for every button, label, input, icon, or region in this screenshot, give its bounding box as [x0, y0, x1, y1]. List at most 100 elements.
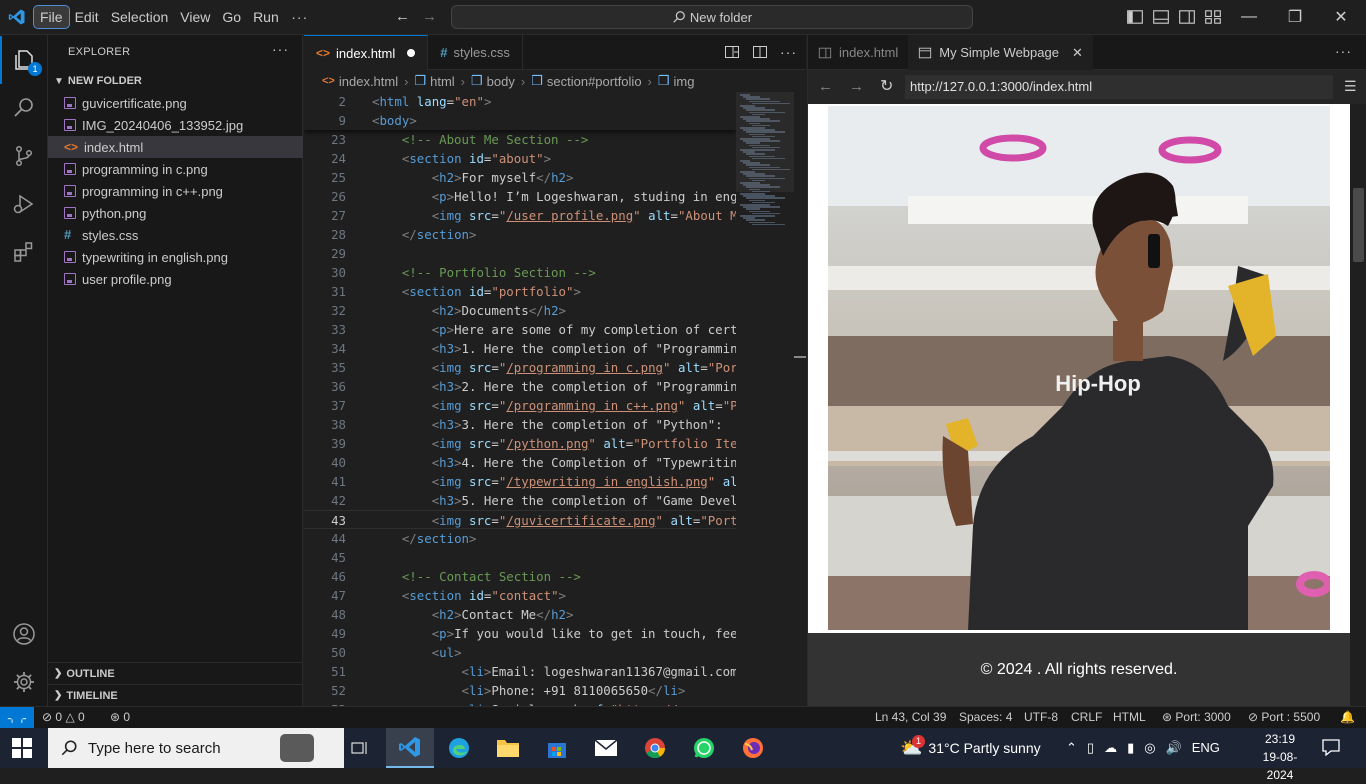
code-line[interactable]: 27 <img src="/user profile.png" alt="Abo…: [304, 206, 736, 225]
file-item[interactable]: programming in c++.png: [48, 180, 303, 202]
code-line[interactable]: 49 <p>If you would like to get in touch,…: [304, 624, 736, 643]
code-line[interactable]: 25 <h2>For myself</h2>: [304, 168, 736, 187]
code-line[interactable]: 23 <!-- About Me Section -->: [304, 130, 736, 149]
language-indicator[interactable]: ENG: [1192, 740, 1220, 756]
code-line[interactable]: 9 <body>: [304, 111, 736, 130]
manage-gear-icon[interactable]: [0, 658, 48, 706]
code-line[interactable]: 33 <p>Here are some of my completion of …: [304, 320, 736, 339]
edge-icon[interactable]: [435, 728, 483, 768]
taskbar-search-input[interactable]: Type here to search: [48, 728, 344, 768]
file-item[interactable]: typewriting in english.png: [48, 246, 303, 268]
minimize-icon[interactable]: —: [1226, 0, 1272, 34]
code-line[interactable]: 43 <img src="/guvicertificate.png" alt="…: [304, 510, 736, 529]
code-line[interactable]: 35 <img src="/programming in c.png" alt=…: [304, 358, 736, 377]
back-arrow-icon[interactable]: ←: [395, 8, 410, 25]
code-line[interactable]: 44 </section>: [304, 529, 736, 548]
forward-arrow-icon[interactable]: →: [849, 78, 864, 95]
code-line[interactable]: 2 <html lang="en">: [304, 92, 736, 111]
file-item[interactable]: <> index.html: [48, 136, 303, 158]
toggle-secondary-sidebar-icon[interactable]: [1178, 8, 1196, 26]
notification-center-icon[interactable]: [1322, 738, 1340, 759]
source-control-icon[interactable]: [0, 132, 48, 180]
network-icon[interactable]: ◎: [1144, 740, 1155, 756]
command-center[interactable]: New folder: [451, 5, 973, 29]
code-line[interactable]: 46 <!-- Contact Section -->: [304, 567, 736, 586]
indentation[interactable]: Spaces: 4: [959, 710, 1012, 724]
chrome-icon[interactable]: [631, 728, 679, 768]
code-line[interactable]: 34 <h3>1. Here the completion of "Progra…: [304, 339, 736, 358]
close-icon[interactable]: ✕: [1072, 45, 1083, 61]
menu-edit[interactable]: Edit: [69, 6, 105, 28]
restore-icon[interactable]: ❐: [1272, 0, 1318, 34]
file-item[interactable]: python.png: [48, 202, 303, 224]
breadcrumb-item[interactable]: section#portfolio: [547, 74, 642, 89]
cloud-offline-icon[interactable]: ☁: [1104, 740, 1117, 756]
file-item[interactable]: programming in c.png: [48, 158, 303, 180]
meet-now-icon[interactable]: ▯: [1087, 740, 1094, 756]
tab-preview-index-html[interactable]: index.html: [808, 35, 908, 70]
mail-icon[interactable]: [582, 728, 630, 768]
back-arrow-icon[interactable]: ←: [818, 78, 833, 95]
breadcrumb-item[interactable]: index.html: [339, 74, 398, 89]
toggle-panel-icon[interactable]: [1152, 8, 1170, 26]
explorer-more-button[interactable]: ···: [272, 41, 289, 57]
code-line[interactable]: 50 <ul>: [304, 643, 736, 662]
editor-scrollbar[interactable]: [794, 92, 806, 706]
weather-widget[interactable]: ⛅ 1 31°C Partly sunny: [900, 728, 1041, 768]
extensions-icon[interactable]: [0, 228, 48, 276]
accounts-icon[interactable]: [0, 610, 48, 658]
cursor-position[interactable]: Ln 43, Col 39: [875, 710, 946, 724]
search-icon[interactable]: [0, 84, 48, 132]
code-line[interactable]: 52 <li>Phone: +91 8110065650</li>: [304, 681, 736, 700]
menu-view[interactable]: View: [174, 6, 216, 28]
code-line[interactable]: 40 <h3>4. Here the Completion of "Typewr…: [304, 453, 736, 472]
windows-start-icon[interactable]: [12, 738, 32, 758]
breadcrumb-item[interactable]: img: [674, 74, 695, 89]
language-mode[interactable]: HTML: [1113, 710, 1146, 724]
run-debug-icon[interactable]: [0, 180, 48, 228]
tab-index-html[interactable]: <> index.html: [304, 35, 429, 70]
menu-file[interactable]: File: [33, 5, 70, 29]
close-icon[interactable]: ✕: [1318, 0, 1364, 34]
code-line[interactable]: 38 <h3>3. Here the completion of "Python…: [304, 415, 736, 434]
code-line[interactable]: 31 <section id="portfolio">: [304, 282, 736, 301]
code-line[interactable]: 29: [304, 244, 736, 263]
file-item[interactable]: guvicertificate.png: [48, 92, 303, 114]
code-line[interactable]: 24 <section id="about">: [304, 149, 736, 168]
explorer-icon[interactable]: 1: [0, 36, 48, 84]
menu-go[interactable]: Go: [216, 6, 247, 28]
timeline-section[interactable]: ❯ TIMELINE: [48, 684, 303, 706]
end-of-line[interactable]: CRLF: [1071, 710, 1102, 724]
code-line[interactable]: 36 <h3>2. Here the completion of "Progra…: [304, 377, 736, 396]
file-explorer-icon[interactable]: [484, 728, 532, 768]
folder-header[interactable]: ▼ NEW FOLDER: [48, 70, 303, 92]
code-line[interactable]: 42 <h3>5. Here the completion of "Game D…: [304, 491, 736, 510]
tab-styles-css[interactable]: # styles.css: [428, 35, 523, 70]
live-server-port[interactable]: ⊛ Port: 3000: [1162, 710, 1231, 724]
remote-icon[interactable]: ⌍⌌: [0, 707, 34, 729]
code-line[interactable]: 32 <h2>Documents</h2>: [304, 301, 736, 320]
code-line[interactable]: 30 <!-- Portfolio Section -->: [304, 263, 736, 282]
code-line[interactable]: 47 <section id="contact">: [304, 586, 736, 605]
chevron-up-icon[interactable]: ⌃: [1066, 740, 1077, 756]
code-line[interactable]: 39 <img src="/python.png" alt="Portfolio…: [304, 434, 736, 453]
breadcrumb-item[interactable]: html: [430, 74, 455, 89]
preview-scrollbar[interactable]: [1350, 104, 1366, 706]
code-line[interactable]: 28 </section>: [304, 225, 736, 244]
ports-status[interactable]: ⊛ 0: [110, 710, 130, 724]
toggle-sidebar-icon[interactable]: [1126, 8, 1144, 26]
customize-layout-icon[interactable]: [1204, 8, 1222, 26]
menu-more-button[interactable]: ···: [285, 6, 315, 28]
file-item[interactable]: IMG_20240406_133952.jpg: [48, 114, 303, 136]
encoding[interactable]: UTF-8: [1024, 710, 1058, 724]
breadcrumb-item[interactable]: body: [487, 74, 515, 89]
problems-status[interactable]: ⊘ 0 △ 0: [42, 710, 85, 724]
tab-my-simple-webpage[interactable]: My Simple Webpage ✕: [908, 35, 1093, 70]
url-input[interactable]: http://127.0.0.1:3000/index.html: [905, 75, 1333, 99]
preview-more-button[interactable]: ···: [1335, 43, 1352, 59]
minimap-slider[interactable]: [736, 92, 794, 192]
file-item[interactable]: user profile.png: [48, 268, 303, 290]
code-line[interactable]: 41 <img src="/typewriting in english.png…: [304, 472, 736, 491]
menu-run[interactable]: Run: [247, 6, 285, 28]
file-item[interactable]: # styles.css: [48, 224, 303, 246]
